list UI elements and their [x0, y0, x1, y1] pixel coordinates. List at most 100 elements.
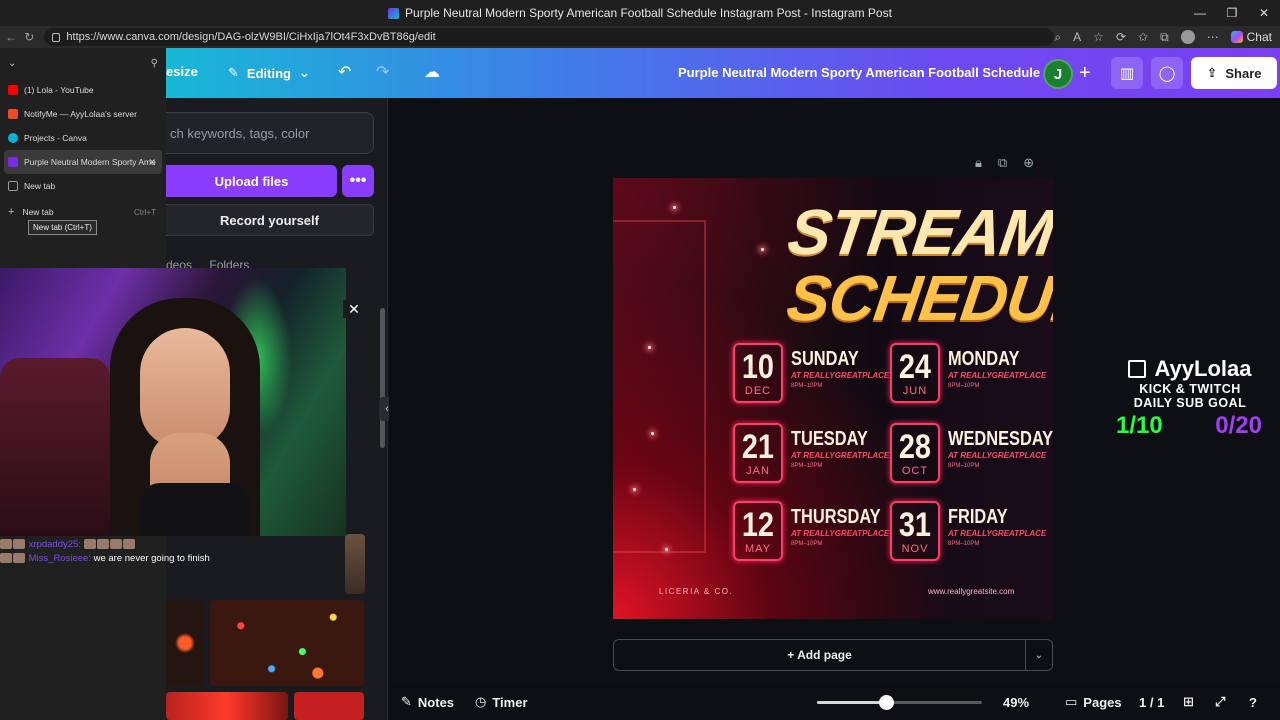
timer-button[interactable]: ◷ Timer	[475, 694, 528, 710]
day-number: 28	[898, 427, 932, 466]
upload-more-options-icon[interactable]: •••	[342, 165, 374, 197]
upload-thumbnail[interactable]	[166, 692, 288, 720]
day-name: WEDNESDAY	[948, 428, 1053, 450]
reload-icon[interactable]: ↻	[22, 30, 36, 44]
date-box: 24 JUN	[890, 343, 940, 403]
pages-button[interactable]: ▭ Pages	[1065, 694, 1122, 710]
address-bar: ← ↻ https://www.canva.com/design/DAG-olz…	[0, 26, 1280, 48]
zoom-icon[interactable]: ⌕	[1054, 30, 1061, 45]
badge-icon	[0, 553, 12, 564]
cloud-saved-icon[interactable]: ☁	[424, 62, 440, 82]
zoom-slider[interactable]	[817, 695, 982, 710]
comment-icon[interactable]: ◯	[1151, 57, 1183, 89]
tab-item[interactable]: New tab	[0, 174, 166, 198]
design-brand: LICERIA & CO.	[659, 587, 734, 596]
editor-bottom-bar: ✎ Notes ◷ Timer 49% ▭ Pages 1 / 1 ⊞ ⤢ ?	[389, 684, 1280, 720]
date-box: 10 DEC	[733, 343, 783, 403]
day-time: 8PM–10PM	[948, 463, 980, 469]
restore-icon[interactable]: ❐	[1216, 0, 1248, 26]
webcam-overlay	[0, 268, 346, 536]
resize-button[interactable]: esize	[166, 64, 198, 79]
address-bar-icons: ⌕ A ☆ ⟳ ✩ ⧉ ⋯ Chat	[1054, 30, 1272, 45]
window-titlebar: Purple Neutral Modern Sporty American Fo…	[0, 0, 1280, 26]
tab-item-active[interactable]: Purple Neutral Modern Sporty Ame ✕	[4, 150, 162, 174]
favorite-star-icon[interactable]: ☆	[1093, 30, 1104, 44]
upload-thumbnail[interactable]	[294, 692, 364, 720]
editing-label: Editing	[246, 65, 291, 81]
more-menu-icon[interactable]: ⋯	[1207, 30, 1219, 44]
close-icon[interactable]: ✕	[343, 300, 365, 318]
refresh-extension-icon[interactable]: ⟳	[1116, 30, 1126, 44]
collections-icon[interactable]: ⧉	[1160, 30, 1169, 45]
day-name: TUESDAY	[791, 428, 868, 450]
add-page-icon[interactable]: ⊕	[1023, 155, 1034, 171]
share-upload-icon: ⇪	[1206, 65, 1218, 80]
document-title[interactable]: Purple Neutral Modern Sporty American Fo…	[678, 65, 1055, 80]
new-tab-shortcut: Ctrl+T	[134, 207, 156, 217]
tab-label: New tab	[24, 181, 56, 191]
panel-scrollbar[interactable]	[380, 308, 385, 448]
add-page-button[interactable]: + Add page	[613, 639, 1026, 671]
back-icon[interactable]: ←	[4, 30, 18, 44]
favorites-icon[interactable]: ✩	[1138, 30, 1148, 44]
tab-item[interactable]: Projects - Canva	[0, 126, 166, 150]
design-website: www.reallygreatsite.com	[928, 587, 1015, 596]
help-icon[interactable]: ?	[1249, 695, 1257, 710]
day-name: THURSDAY	[791, 506, 881, 528]
twitch-icon	[1128, 360, 1147, 378]
close-tab-icon[interactable]: ✕	[148, 157, 156, 168]
chat-username: xrpdaddy25:	[28, 539, 81, 550]
schedule-day: 24 JUN MONDAY AT REALLYGREATPLACE 8PM–10…	[890, 343, 1050, 405]
fullscreen-icon[interactable]: ⤢	[1215, 694, 1225, 710]
day-number: 31	[898, 505, 932, 544]
invite-plus-icon[interactable]: +	[1079, 62, 1091, 85]
chevron-down-icon: ⌄	[298, 65, 310, 80]
undo-icon[interactable]: ↶	[338, 62, 351, 82]
tab-label: NotifyMe — AyyLolaa's server	[24, 109, 137, 119]
day-number: 12	[741, 505, 775, 544]
minimize-icon[interactable]: —	[1184, 0, 1216, 26]
grid-view-icon[interactable]: ⊞	[1183, 694, 1194, 710]
upload-thumbnail[interactable]	[210, 600, 364, 686]
day-month: JAN	[746, 464, 770, 477]
insights-chart-icon[interactable]: ▥	[1111, 57, 1143, 89]
tab-item[interactable]: (1) Lola - YouTube	[0, 78, 166, 102]
window-title: Purple Neutral Modern Sporty American Fo…	[405, 6, 892, 20]
upload-thumbnail[interactable]	[166, 600, 204, 686]
share-button[interactable]: ⇪ Share	[1191, 57, 1277, 89]
tab-actions-chevron-icon[interactable]: ⌄	[8, 58, 16, 69]
tab-item[interactable]: NotifyMe — AyyLolaa's server	[0, 102, 166, 126]
editing-mode-dropdown[interactable]: ✎ Editing ⌄	[220, 57, 318, 89]
schedule-day: 31 NOV FRIDAY AT REALLYGREATPLACE 8PM–10…	[890, 501, 1050, 563]
streamer-name: AyyLolaa	[1154, 356, 1252, 381]
upload-thumbnail[interactable]	[345, 534, 365, 594]
chat-line: Miss_Rosieee: we are never going to fini…	[0, 552, 260, 566]
design-page[interactable]: STREAM SCHEDULE 10 DEC SUNDAY AT REALLYG…	[613, 178, 1053, 619]
day-place: AT REALLYGREATPLACE	[948, 451, 1047, 460]
redo-icon[interactable]: ↷	[376, 62, 389, 82]
notes-button[interactable]: ✎ Notes	[401, 694, 454, 710]
share-label: Share	[1225, 65, 1262, 81]
goal-line1: KICK & TWITCH	[1139, 382, 1241, 396]
discord-icon	[8, 109, 18, 119]
add-page-chevron-icon[interactable]: ⌄	[1026, 639, 1053, 671]
duplicate-page-icon[interactable]: ⧉	[998, 155, 1007, 171]
badge-icon	[13, 539, 25, 550]
zoom-percentage[interactable]: 49%	[1003, 695, 1029, 710]
profile-avatar[interactable]	[1180, 30, 1195, 44]
close-window-icon[interactable]: ✕	[1248, 0, 1280, 26]
url-text: https://www.canva.com/design/DAG-olzW9BI…	[66, 31, 436, 43]
upload-files-button[interactable]: Upload files	[166, 165, 337, 197]
url-field[interactable]: https://www.canva.com/design/DAG-olzW9BI…	[44, 28, 1055, 46]
zoom-slider-thumb[interactable]	[879, 695, 895, 710]
lock-page-icon[interactable]: 🔒︎	[975, 155, 982, 171]
search-input[interactable]: ch keywords, tags, color	[166, 112, 374, 154]
day-place: AT REALLYGREATPLACE	[791, 529, 890, 538]
read-aloud-icon[interactable]: A	[1073, 30, 1081, 44]
user-avatar[interactable]: J	[1043, 59, 1073, 89]
schedule-day: 10 DEC SUNDAY AT REALLYGREATPLACE 8PM–10…	[733, 343, 893, 405]
copilot-chat-button[interactable]: Chat	[1230, 30, 1272, 44]
pin-panel-icon[interactable]: ⚲	[151, 58, 158, 69]
sparkle-icon	[651, 432, 654, 435]
record-yourself-button[interactable]: Record yourself	[166, 204, 374, 236]
